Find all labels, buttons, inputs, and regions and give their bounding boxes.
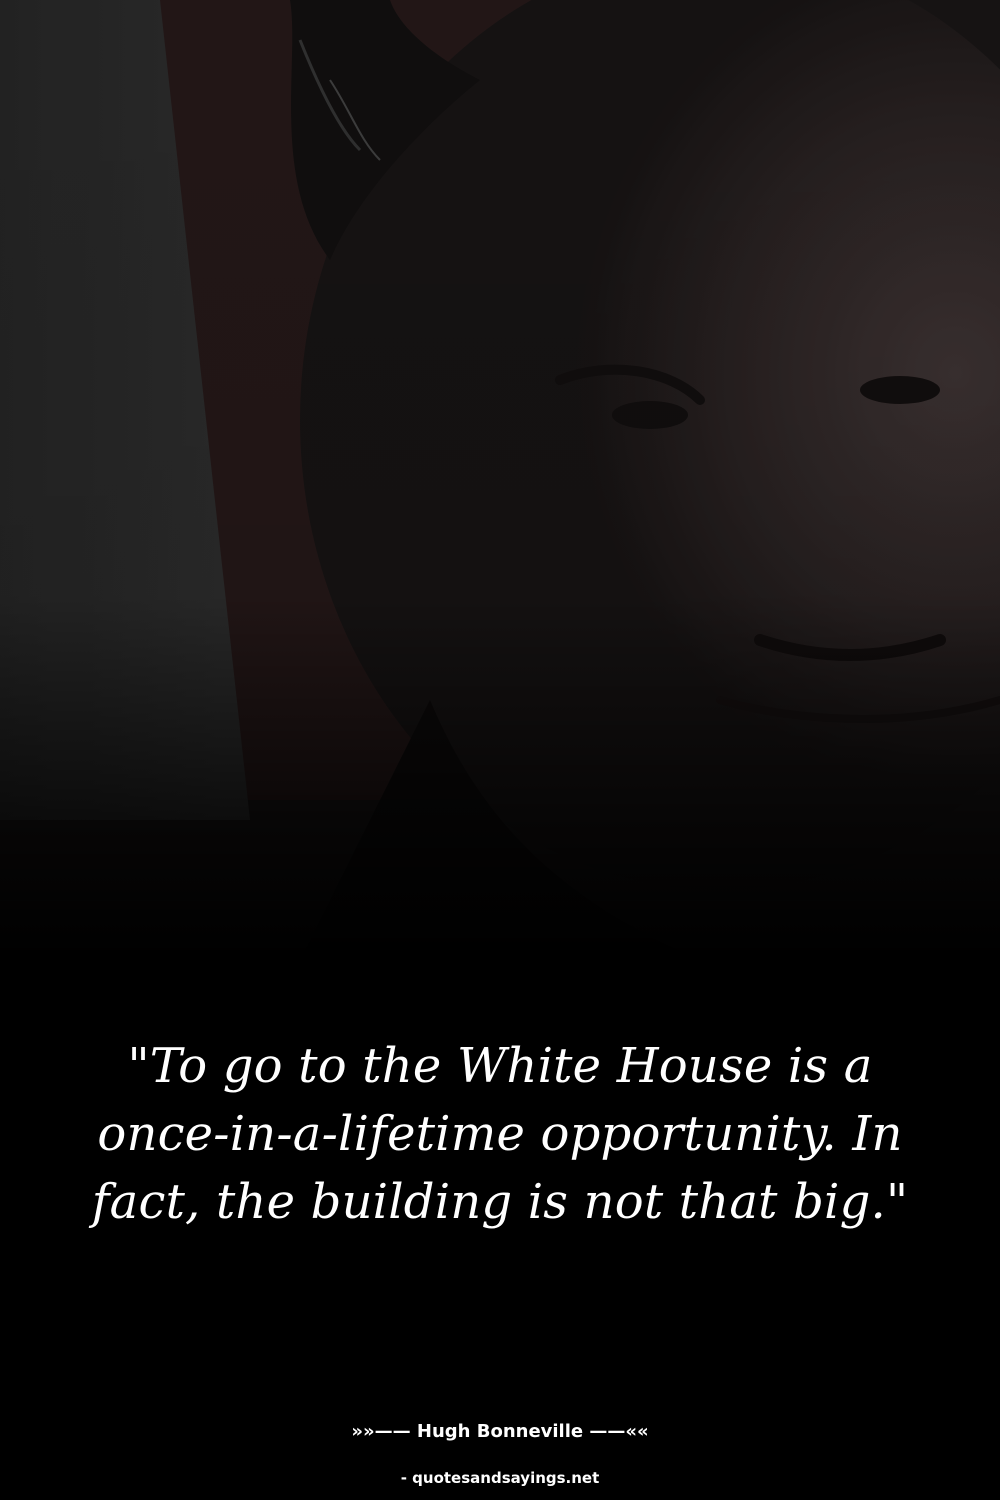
quote-text: "To go to the White House is a once-in-a… (91, 1038, 909, 1230)
portrait-photo (0, 0, 1000, 960)
source-credit: - quotesandsayings.net (400, 1469, 600, 1487)
quote-card: "To go to the White House is a once-in-a… (0, 0, 1000, 1500)
author-attribution: »»—— Hugh Bonneville ——«« (351, 1421, 649, 1442)
